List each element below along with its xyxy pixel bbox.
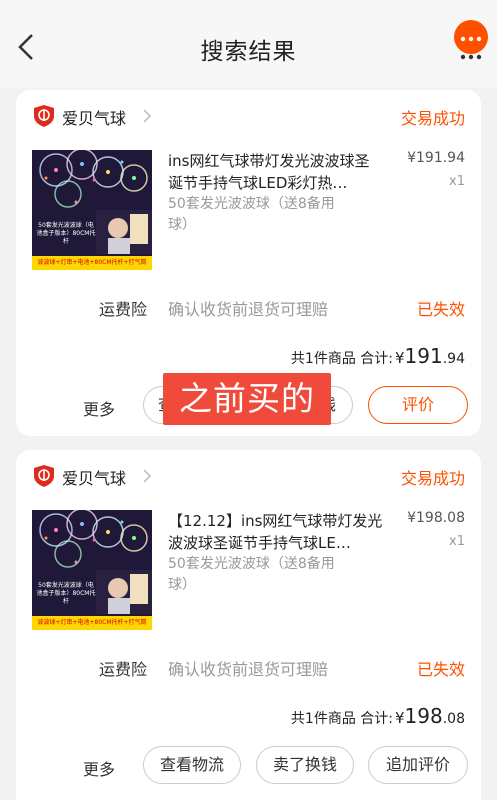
summary-amount: 191 <box>404 344 443 368</box>
shop-name[interactable]: 爱贝气球 <box>62 465 126 489</box>
image-caption: 50套发光波波球（电池盒子版本）80CM托杆 <box>36 582 96 605</box>
product-title[interactable]: 【12.12】ins网红气球带灯发光波波球圣诞节手持气球LE… <box>168 510 383 554</box>
add-review-button[interactable]: 追加评价 <box>368 746 468 784</box>
resell-button[interactable]: 卖了换钱 <box>256 746 354 784</box>
shipping-insurance-status: 已失效 <box>416 300 465 319</box>
product-price: ¥191.94 <box>407 150 465 166</box>
summary-currency: ¥ <box>395 709 405 727</box>
summary-prefix: 共1件商品 合计: <box>290 351 393 367</box>
balloon-image <box>32 150 152 270</box>
image-caption: 50套发光波波球（电池盒子版本）80CM托杆 <box>36 222 96 245</box>
summary-prefix: 共1件商品 合计: <box>290 711 393 727</box>
order-summary: 共1件商品 合计: ¥191.94 <box>291 344 465 368</box>
shipping-insurance-status: 已失效 <box>416 660 465 679</box>
top-nav-bar: 搜索结果 <box>0 0 497 88</box>
overlay-label: 之前买的 <box>163 373 331 425</box>
more-link[interactable]: 更多 <box>83 396 115 420</box>
shipping-insurance-desc: 确认收货前退货可理赔 <box>168 300 329 319</box>
product-quantity: x1 <box>449 534 465 549</box>
summary-cents: .94 <box>442 351 465 367</box>
chevron-right-icon[interactable] <box>142 468 152 484</box>
order-card[interactable]: 爱贝气球 交易成功 50套发光波波球（电池盒子版本）80CM托杆 波波球+灯串+… <box>16 450 481 800</box>
shop-logo-icon <box>34 105 54 127</box>
view-logistics-button[interactable]: 查看物流 <box>143 746 241 784</box>
summary-cents: .08 <box>442 711 465 727</box>
order-status: 交易成功 <box>400 469 465 488</box>
review-button[interactable]: 评价 <box>368 386 468 424</box>
product-variant: 50套发光波波球（送8备用球） <box>168 556 335 593</box>
shipping-insurance-desc: 确认收货前退货可理赔 <box>168 660 329 679</box>
shop-name[interactable]: 爱贝气球 <box>62 105 126 129</box>
shipping-insurance-label: 运费险 <box>99 300 148 319</box>
product-thumbnail[interactable]: 50套发光波波球（电池盒子版本）80CM托杆 波波球+灯串+电池+80CM托杆+… <box>32 510 152 630</box>
shipping-insurance-label: 运费险 <box>99 660 148 679</box>
order-status: 交易成功 <box>400 109 465 128</box>
summary-amount: 198 <box>404 704 443 728</box>
product-quantity: x1 <box>449 174 465 189</box>
product-price: ¥198.08 <box>407 510 465 526</box>
image-tag: 波波球+灯串+电池+80CM托杆+打气筒 <box>32 616 152 630</box>
product-variant: 50套发光波波球（送8备用球） <box>168 196 335 233</box>
shop-logo-icon <box>34 465 54 487</box>
product-thumbnail[interactable]: 50套发光波波球（电池盒子版本）80CM托杆 波波球+灯串+电池+80CM托杆+… <box>32 150 152 270</box>
image-tag: 波波球+灯串+电池+80CM托杆+打气筒 <box>32 256 152 270</box>
order-summary: 共1件商品 合计: ¥198.08 <box>291 704 465 728</box>
product-title[interactable]: ins网红气球带灯发光波波球圣诞节手持气球LED彩灯热… <box>168 150 383 194</box>
balloon-image <box>32 510 152 630</box>
summary-currency: ¥ <box>395 349 405 367</box>
chevron-right-icon[interactable] <box>142 108 152 124</box>
more-link[interactable]: 更多 <box>83 756 115 780</box>
more-dots-icon[interactable] <box>458 33 484 63</box>
page-title: 搜索结果 <box>200 39 297 65</box>
